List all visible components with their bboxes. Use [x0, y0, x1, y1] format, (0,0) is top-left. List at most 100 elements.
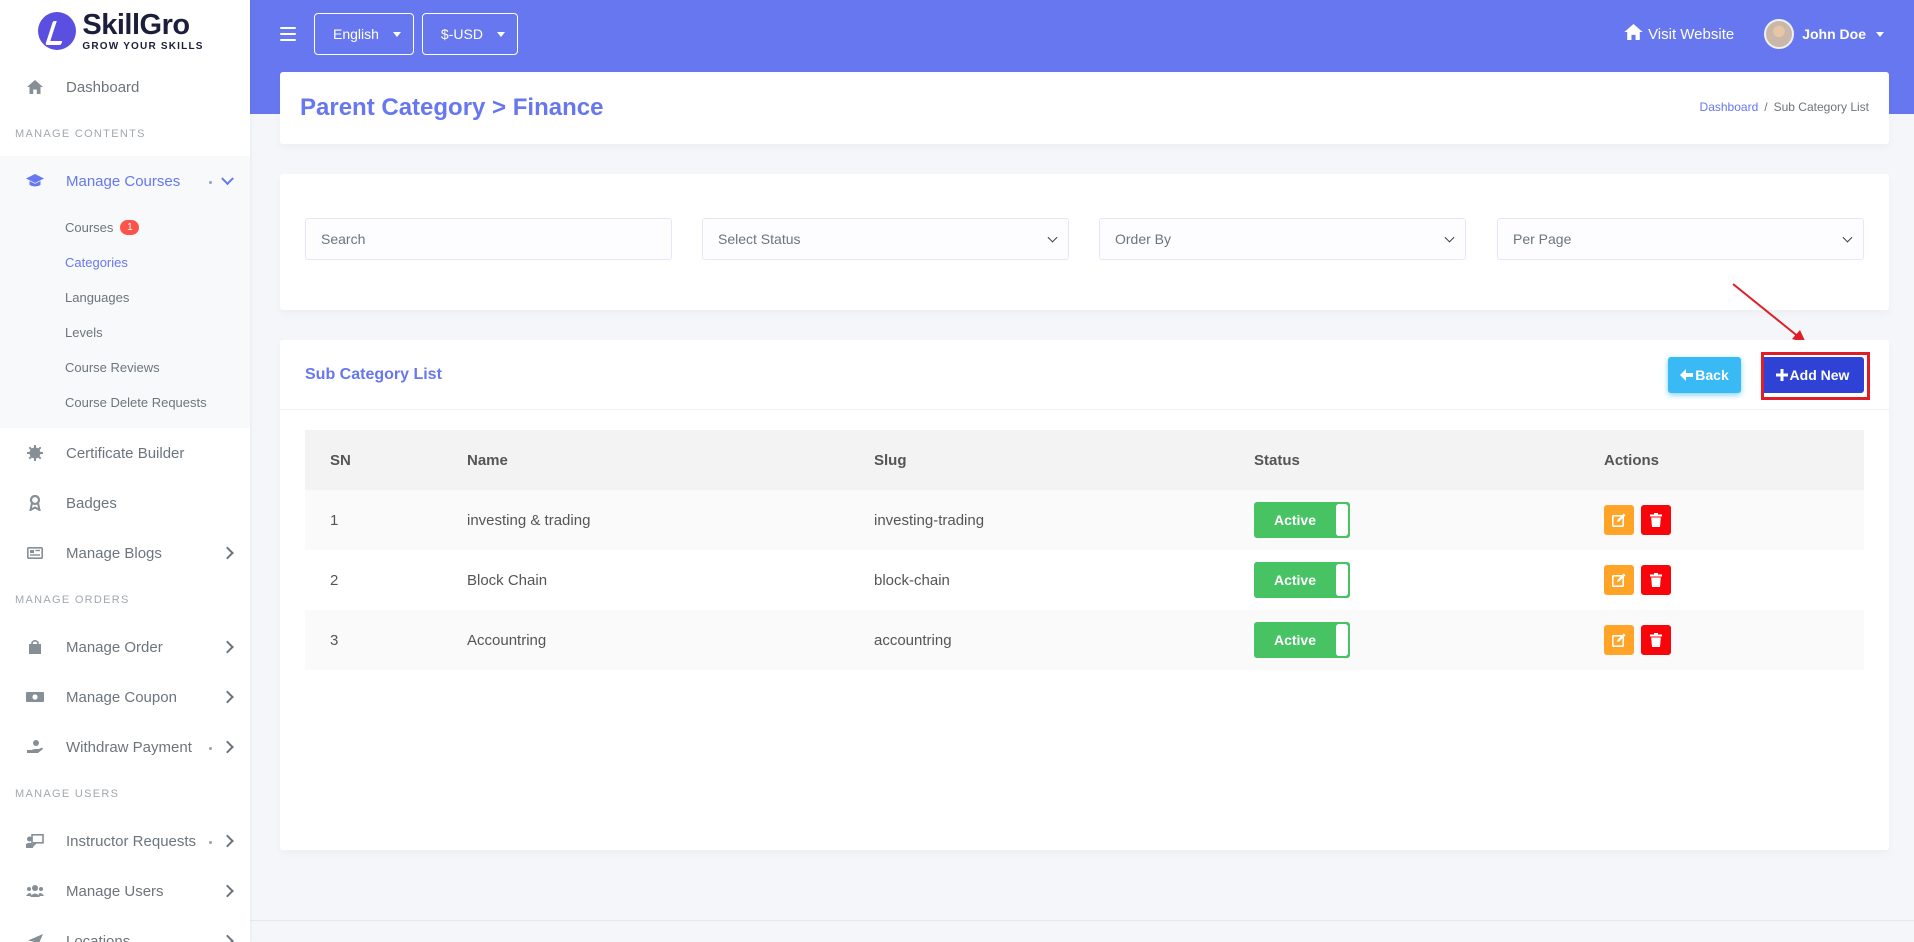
status-toggle[interactable]: Active	[1254, 562, 1350, 598]
brand-logo[interactable]: SkillGro GROW YOUR SKILLS	[0, 0, 250, 62]
breadcrumb-current: Sub Category List	[1773, 100, 1869, 114]
cell-sn: 3	[330, 631, 339, 649]
sidebar-item-manage-order[interactable]: Manage Order	[0, 622, 250, 672]
skillgro-logo-icon	[38, 12, 77, 50]
highlight-box	[1761, 352, 1870, 400]
currency-label: $-USD	[440, 26, 483, 42]
sidebar-subitem-courses[interactable]: Courses 1	[0, 210, 250, 245]
column-header-sn: SN	[330, 451, 351, 469]
sidebar-subitem-categories[interactable]: Categories	[0, 245, 250, 280]
home-icon	[1624, 23, 1643, 45]
delete-button[interactable]	[1641, 505, 1671, 535]
cell-sn: 1	[330, 511, 339, 529]
search-field[interactable]	[305, 218, 672, 260]
column-header-actions: Actions	[1604, 430, 1864, 490]
toggle-knob	[1336, 504, 1348, 536]
sidebar-subitem-label: Categories	[65, 255, 128, 270]
page-header: Parent Category > Finance Dashboard / Su…	[280, 72, 1889, 144]
trash-icon	[1650, 573, 1662, 587]
chevron-down-icon	[1047, 232, 1058, 243]
dot-icon	[209, 841, 212, 844]
hamburger-menu-icon[interactable]	[280, 27, 296, 41]
delete-button[interactable]	[1641, 565, 1671, 595]
card-header: Sub Category List Back Add New	[280, 340, 1889, 410]
per-page-select[interactable]: Per Page	[1497, 218, 1864, 260]
cell-name: Accountring	[467, 631, 547, 649]
table-row: 3 Accountring accountring Active	[305, 610, 1864, 670]
trash-icon	[1650, 513, 1662, 527]
edit-button[interactable]	[1604, 565, 1634, 595]
caret-down-icon	[392, 31, 401, 37]
courses-submenu: Courses 1 Categories Languages Levels Co…	[0, 206, 250, 428]
breadcrumb-separator: /	[1764, 100, 1768, 114]
sidebar-subitem-label: Course Reviews	[65, 360, 160, 375]
sidebar-item-instructor-requests[interactable]: Instructor Requests	[0, 816, 250, 866]
table-header-row: SN Name Slug Status Actions	[305, 430, 1864, 490]
currency-dropdown[interactable]: $-USD	[421, 13, 518, 55]
sidebar-item-manage-blogs[interactable]: Manage Blogs	[0, 528, 250, 578]
status-select-value: Select Status	[718, 231, 801, 247]
arrow-left-icon	[1680, 369, 1694, 381]
sidebar-item-manage-coupon[interactable]: Manage Coupon	[0, 672, 250, 722]
breadcrumb: Dashboard / Sub Category List	[1700, 100, 1869, 114]
sidebar-item-manage-courses[interactable]: Manage Courses	[0, 156, 250, 206]
user-name: John Doe	[1802, 26, 1866, 42]
section-header-orders: MANAGE ORDERS	[15, 594, 130, 606]
sidebar-subitem-course-delete-requests[interactable]: Course Delete Requests	[0, 385, 250, 420]
status-select[interactable]: Select Status	[702, 218, 1069, 260]
location-arrow-icon	[26, 932, 44, 942]
sub-category-table: SN Name Slug Status Actions 1 investing …	[305, 430, 1864, 670]
breadcrumb-dashboard-link[interactable]: Dashboard	[1700, 100, 1759, 114]
table-row: 1 investing & trading investing-trading …	[305, 490, 1864, 550]
home-icon	[26, 78, 44, 96]
sidebar-item-locations[interactable]: Locations	[0, 916, 250, 942]
sidebar-item-certificate-builder[interactable]: Certificate Builder	[0, 428, 250, 478]
section-header-users: MANAGE USERS	[15, 788, 120, 800]
sidebar-item-manage-users[interactable]: Manage Users	[0, 866, 250, 916]
brand-name: SkillGro	[82, 8, 190, 41]
caret-down-icon	[496, 31, 505, 37]
sidebar-subitem-levels[interactable]: Levels	[0, 315, 250, 350]
edit-button[interactable]	[1604, 625, 1634, 655]
page-title: Parent Category > Finance	[300, 94, 604, 121]
status-toggle[interactable]: Active	[1254, 622, 1350, 658]
user-menu[interactable]: John Doe	[1764, 19, 1884, 49]
trash-icon	[1650, 633, 1662, 647]
cell-sn: 2	[330, 571, 339, 589]
language-label: English	[333, 26, 379, 42]
edit-icon	[1612, 633, 1626, 647]
sidebar-item-dashboard[interactable]: Dashboard	[0, 62, 250, 112]
order-by-select[interactable]: Order By	[1099, 218, 1466, 260]
visit-website-link[interactable]: Visit Website	[1624, 23, 1734, 45]
newspaper-icon	[26, 544, 44, 562]
toggle-knob	[1336, 624, 1348, 656]
sidebar-subitem-course-reviews[interactable]: Course Reviews	[0, 350, 250, 385]
delete-button[interactable]	[1641, 625, 1671, 655]
sidebar-item-badges[interactable]: Badges	[0, 478, 250, 528]
table-row: 2 Block Chain block-chain Active	[305, 550, 1864, 610]
sidebar-subitem-languages[interactable]: Languages	[0, 280, 250, 315]
edit-icon	[1612, 573, 1626, 587]
footer-divider	[250, 920, 1914, 921]
edit-button[interactable]	[1604, 505, 1634, 535]
hand-holding-usd-icon	[26, 738, 44, 756]
cell-name: Block Chain	[467, 571, 548, 589]
users-icon	[26, 882, 44, 900]
back-button[interactable]: Back	[1668, 357, 1741, 393]
sub-category-list-card: Sub Category List Back Add New SN Name S…	[280, 340, 1889, 850]
shopping-bag-icon	[26, 638, 44, 656]
edit-icon	[1612, 513, 1626, 527]
award-icon	[26, 494, 44, 512]
column-header-status: Status	[1254, 451, 1300, 469]
filter-card: Select Status Order By Per Page	[280, 174, 1889, 310]
status-toggle[interactable]: Active	[1254, 502, 1350, 538]
back-button-label: Back	[1695, 367, 1729, 383]
cell-slug: investing-trading	[874, 511, 985, 529]
graduation-cap-icon	[26, 172, 44, 190]
per-page-select-value: Per Page	[1513, 231, 1572, 247]
dot-icon	[209, 747, 212, 750]
chevron-down-icon	[1842, 232, 1853, 243]
language-dropdown[interactable]: English	[314, 13, 414, 55]
search-input[interactable]	[321, 231, 671, 247]
sidebar-item-withdraw-payment[interactable]: Withdraw Payment	[0, 722, 250, 772]
